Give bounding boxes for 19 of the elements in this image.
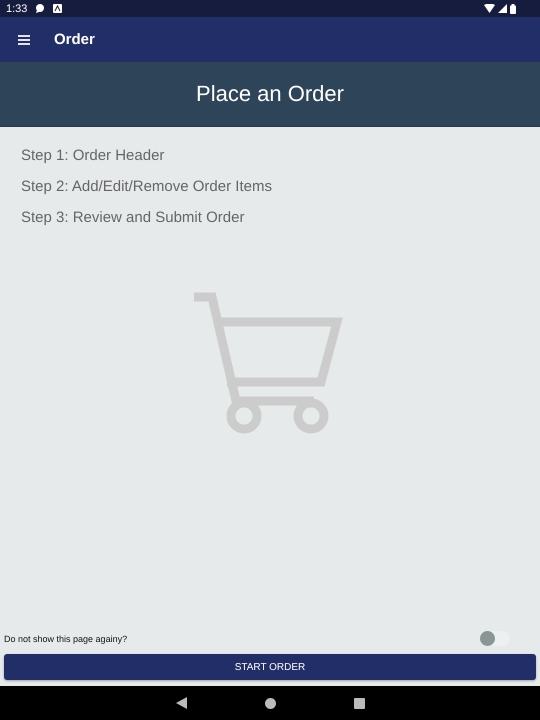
chat-icon xyxy=(35,4,46,13)
step-text: Step 1: Order Header xyxy=(21,147,166,166)
recents-icon[interactable] xyxy=(354,698,364,708)
home-icon[interactable] xyxy=(264,698,276,708)
signal-icon xyxy=(498,4,507,13)
wifi-icon xyxy=(484,4,495,13)
menu-icon[interactable] xyxy=(18,34,30,44)
back-icon[interactable] xyxy=(176,697,186,709)
notification-icon xyxy=(53,4,62,13)
dont-show-label: Do not show this page againy? xyxy=(4,634,128,644)
step-text: Step 3: Review and Submit Order xyxy=(21,209,246,228)
page-title: Place an Order xyxy=(196,81,344,107)
cart-icon xyxy=(194,292,346,434)
dont-show-switch[interactable] xyxy=(480,631,510,646)
start-order-button[interactable]: START ORDER xyxy=(4,654,536,680)
battery-icon xyxy=(510,4,516,14)
app-title: Order xyxy=(54,31,95,48)
step-text: Step 2: Add/Edit/Remove Order Items xyxy=(21,178,273,197)
status-time: 1:33 xyxy=(6,2,28,14)
